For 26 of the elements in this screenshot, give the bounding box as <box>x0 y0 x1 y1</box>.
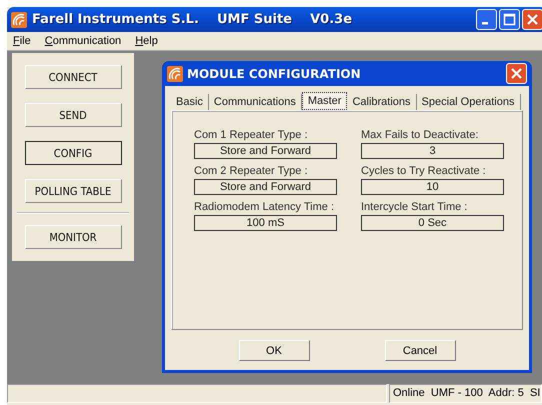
side-button[interactable]: CONNECT <box>24 65 122 89</box>
side-button[interactable]: CONFIG <box>24 141 122 165</box>
side-button[interactable]: SEND <box>24 103 122 127</box>
window-title: Farell Instruments S.L. UMF Suite V0.3e <box>32 12 354 27</box>
dialog-title: MODULE CONFIGURATION <box>187 66 362 80</box>
menu-item[interactable]: Help <box>135 35 158 47</box>
field-label: Max Fails to Deactivate: <box>361 129 480 141</box>
field-label: Intercycle Start Time : <box>361 201 468 213</box>
dialog-button[interactable]: OK <box>238 340 310 361</box>
side-button[interactable]: POLLING TABLE <box>24 179 122 203</box>
value-field: Store and Forward <box>194 179 337 195</box>
value-field: 0 Sec <box>361 215 504 231</box>
value-field: 100 mS <box>194 215 337 231</box>
tab[interactable]: Master <box>302 92 348 110</box>
field-label: Com 2 Repeater Type : <box>194 165 309 177</box>
value-field: 3 <box>361 143 504 159</box>
field-label: Cycles to Try Reactivate : <box>361 165 487 177</box>
field-label: Radiomodem Latency Time : <box>194 201 336 213</box>
menu-item[interactable]: File <box>13 35 31 47</box>
dialog-button[interactable]: Cancel <box>384 340 456 361</box>
status-text: Online UMF - 100 Addr: 5 SI <box>389 384 542 403</box>
value-field: 10 <box>361 179 504 195</box>
value-field: Store and Forward <box>194 143 337 159</box>
side-button[interactable]: MONITOR <box>24 225 122 249</box>
field-label: Com 1 Repeater Type : <box>194 129 309 141</box>
menu-item[interactable]: Communication <box>44 35 122 47</box>
